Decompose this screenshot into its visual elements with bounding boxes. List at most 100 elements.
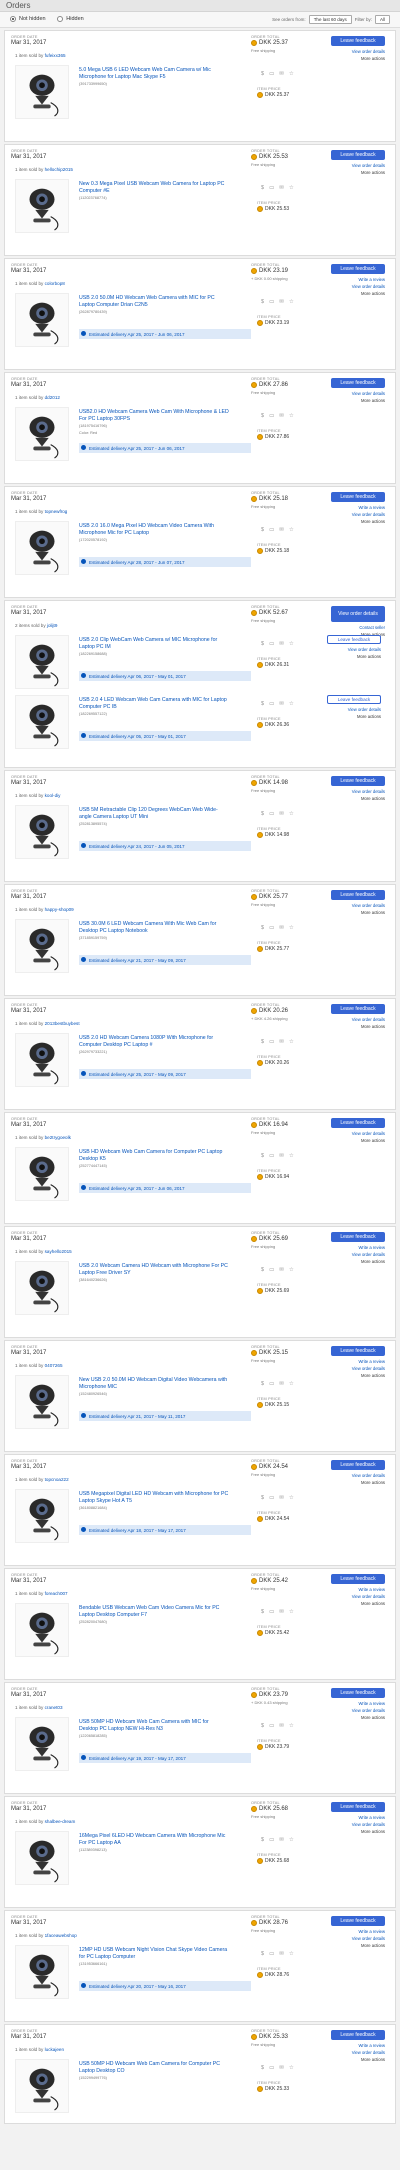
ship-icon[interactable]: ▭: [269, 1267, 274, 1273]
leave-feedback-button[interactable]: Leave feedback: [331, 1232, 385, 1242]
feedback-icon[interactable]: ✉: [279, 1267, 284, 1273]
view-order-details-link[interactable]: View order details: [352, 390, 385, 397]
dollar-icon[interactable]: $: [261, 641, 264, 647]
ship-icon[interactable]: ▭: [269, 1951, 274, 1957]
seller-link[interactable]: colorbop8: [45, 281, 65, 286]
product-image[interactable]: [15, 695, 69, 749]
product-image[interactable]: [15, 1831, 69, 1885]
item-title-link[interactable]: USB2.0 HD Webcam Camera Web Cam With Mic…: [79, 409, 229, 422]
dollar-icon[interactable]: $: [261, 925, 264, 931]
not-hidden-radio[interactable]: Not hidden: [10, 15, 46, 22]
leave-feedback-button[interactable]: Leave feedback: [331, 1346, 385, 1356]
product-image[interactable]: [15, 1717, 69, 1771]
seller-link[interactable]: sayhello2015: [45, 1249, 72, 1254]
leave-feedback-button[interactable]: Leave feedback: [331, 150, 385, 160]
view-order-details-link[interactable]: View order details: [348, 706, 381, 713]
ship-icon[interactable]: ▭: [269, 1723, 274, 1729]
dollar-icon[interactable]: $: [261, 71, 264, 77]
ship-icon[interactable]: ▭: [269, 1837, 274, 1843]
seller-link[interactable]: happy-shop09: [45, 907, 74, 912]
dollar-icon[interactable]: $: [261, 1039, 264, 1045]
star-icon[interactable]: ☆: [289, 1723, 294, 1729]
leave-feedback-button[interactable]: Leave feedback: [327, 695, 381, 704]
more-actions-link[interactable]: More actions: [361, 1480, 385, 1485]
write-review-link[interactable]: Write a review: [352, 2042, 385, 2049]
seller-link[interactable]: luckajeen: [45, 2047, 64, 2052]
feedback-icon[interactable]: ✉: [279, 1837, 284, 1843]
ship-icon[interactable]: ▭: [269, 925, 274, 931]
feedback-icon[interactable]: ✉: [279, 1039, 284, 1045]
product-image[interactable]: [15, 293, 69, 347]
star-icon[interactable]: ☆: [289, 1039, 294, 1045]
seller-link[interactable]: topcnoa222: [45, 1477, 69, 1482]
item-title-link[interactable]: 12MP HD USB Webcam Night Vision Chat Sky…: [79, 1947, 227, 1960]
more-actions-link[interactable]: More actions: [357, 654, 381, 659]
dollar-icon[interactable]: $: [261, 1495, 264, 1501]
star-icon[interactable]: ☆: [289, 1837, 294, 1843]
leave-feedback-button[interactable]: Leave feedback: [331, 1688, 385, 1698]
item-title-link[interactable]: USB 50MP HD Webcam Web Cam Camera with M…: [79, 1719, 209, 1732]
item-title-link[interactable]: USB 30.0M 6 LED Webcam Camera With Mic W…: [79, 921, 216, 934]
item-title-link[interactable]: USB 2.0 Webcam Camera HD Webcam with Mic…: [79, 1263, 228, 1276]
feedback-icon[interactable]: ✉: [279, 701, 284, 707]
ship-icon[interactable]: ▭: [269, 1039, 274, 1045]
feedback-icon[interactable]: ✉: [279, 71, 284, 77]
product-image[interactable]: [15, 65, 69, 119]
star-icon[interactable]: ☆: [289, 527, 294, 533]
feedback-icon[interactable]: ✉: [279, 811, 284, 817]
star-icon[interactable]: ☆: [289, 299, 294, 305]
ship-icon[interactable]: ▭: [269, 299, 274, 305]
feedback-icon[interactable]: ✉: [279, 1381, 284, 1387]
leave-feedback-button[interactable]: Leave feedback: [331, 492, 385, 502]
dollar-icon[interactable]: $: [261, 1153, 264, 1159]
dollar-icon[interactable]: $: [261, 1723, 264, 1729]
ship-icon[interactable]: ▭: [269, 527, 274, 533]
product-image[interactable]: [15, 179, 69, 233]
item-title-link[interactable]: 5.0 Mega USB 6 LED Webcam Web Cam Camera…: [79, 67, 211, 80]
leave-feedback-button[interactable]: Leave feedback: [331, 1802, 385, 1812]
ship-icon[interactable]: ▭: [269, 1153, 274, 1159]
leave-feedback-button[interactable]: Leave feedback: [331, 36, 385, 46]
filter-select[interactable]: All: [374, 15, 390, 24]
leave-feedback-button[interactable]: Leave feedback: [331, 1118, 385, 1128]
seller-link[interactable]: 0407265: [45, 1363, 63, 1368]
item-title-link[interactable]: USB Megapixel Digital LED HD Webcam with…: [79, 1491, 228, 1504]
product-image[interactable]: [15, 919, 69, 973]
star-icon[interactable]: ☆: [289, 413, 294, 419]
seller-link[interactable]: shalbee-dream: [45, 1819, 76, 1824]
dollar-icon[interactable]: $: [261, 527, 264, 533]
more-actions-link[interactable]: More actions: [361, 796, 385, 801]
item-title-link[interactable]: New USB 2.0 50.0M HD Webcam Digital Vide…: [79, 1377, 227, 1390]
star-icon[interactable]: ☆: [289, 1267, 294, 1273]
item-title-link[interactable]: USB 2.0 16.0 Mega Pixel HD Webcam Video …: [79, 523, 214, 536]
feedback-icon[interactable]: ✉: [279, 1723, 284, 1729]
seller-link[interactable]: 2013bestbuybest: [45, 1021, 80, 1026]
contact-seller-link[interactable]: Contact seller: [359, 624, 385, 631]
leave-feedback-button[interactable]: Leave feedback: [331, 378, 385, 388]
view-order-details-link[interactable]: View order details: [352, 1935, 385, 1942]
seller-link[interactable]: fufeixx365: [45, 53, 66, 58]
feedback-icon[interactable]: ✉: [279, 925, 284, 931]
dollar-icon[interactable]: $: [261, 1267, 264, 1273]
ship-icon[interactable]: ▭: [269, 413, 274, 419]
dollar-icon[interactable]: $: [261, 1381, 264, 1387]
more-actions-link[interactable]: More actions: [357, 714, 381, 719]
dollar-icon[interactable]: $: [261, 811, 264, 817]
seller-link[interactable]: jolijt9: [47, 623, 57, 628]
ship-icon[interactable]: ▭: [269, 2065, 274, 2071]
feedback-icon[interactable]: ✉: [279, 1495, 284, 1501]
product-image[interactable]: [15, 2059, 69, 2113]
more-actions-link[interactable]: More actions: [361, 170, 385, 175]
leave-feedback-button[interactable]: Leave feedback: [331, 1916, 385, 1926]
seller-link[interactable]: cranet03: [45, 1705, 63, 1710]
write-review-link[interactable]: Write a review: [352, 1586, 385, 1593]
star-icon[interactable]: ☆: [289, 71, 294, 77]
write-review-link[interactable]: Write a review: [352, 504, 385, 511]
view-order-details-link[interactable]: View order details: [352, 902, 385, 909]
ship-icon[interactable]: ▭: [269, 641, 274, 647]
ship-icon[interactable]: ▭: [269, 71, 274, 77]
feedback-icon[interactable]: ✉: [279, 1609, 284, 1615]
view-order-details-link[interactable]: View order details: [352, 1251, 385, 1258]
item-title-link[interactable]: USB HD Webcam Web Cam Camera for Compute…: [79, 1149, 222, 1162]
dollar-icon[interactable]: $: [261, 1609, 264, 1615]
